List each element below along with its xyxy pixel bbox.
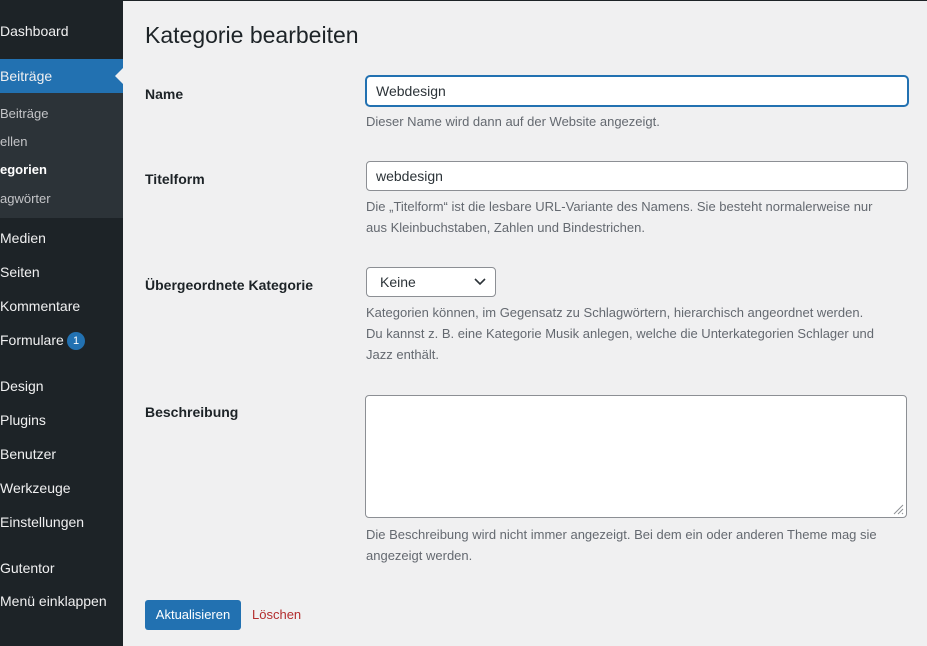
sidebar-item-label: Benutzer	[0, 446, 57, 462]
sidebar-item-tools[interactable]: Werkzeuge	[0, 471, 123, 505]
submenu-item-all-posts[interactable]: Beiträge	[0, 100, 48, 128]
sidebar-item-label: Seiten	[0, 264, 40, 280]
sidebar-item-label: Plugins	[0, 412, 46, 428]
parent-category-select[interactable]: Keine	[366, 267, 496, 297]
resize-handle-icon[interactable]	[892, 503, 904, 515]
name-help-text: Dieser Name wird dann auf der Website an…	[366, 114, 660, 129]
parent-category-label: Übergeordnete Kategorie	[145, 277, 314, 293]
parent-help-line: Kategorien können, im Gegensatz zu Schla…	[366, 305, 864, 320]
sidebar-item-label: Design	[0, 378, 44, 394]
sidebar-item-label: Formulare	[0, 332, 64, 348]
description-label: Beschreibung	[145, 404, 239, 420]
sidebar-item-plugins[interactable]: Plugins	[0, 403, 123, 437]
sidebar-item-label: Medien	[0, 230, 46, 246]
name-label: Name	[145, 86, 184, 102]
sidebar-item-forms[interactable]: Formulare 1	[0, 323, 123, 357]
slug-label: Titelform	[145, 171, 205, 187]
sidebar-item-media[interactable]: Medien	[0, 221, 123, 255]
description-help-line: angezeigt werden.	[366, 548, 473, 563]
description-help-text: Die Beschreibung wird nicht immer angeze…	[366, 524, 911, 566]
sidebar-item-posts[interactable]: Beiträge	[0, 59, 123, 93]
parent-category-value: Keine	[380, 274, 416, 290]
admin-sidebar: Dashboard Beiträge Beiträge ellen egorie…	[0, 0, 123, 646]
sidebar-item-label: Dashboard	[0, 23, 69, 39]
posts-submenu: Beiträge ellen egorien agwörter	[0, 93, 123, 218]
description-help-line: Die Beschreibung wird nicht immer angeze…	[366, 527, 877, 542]
sidebar-item-label: Werkzeuge	[0, 480, 71, 496]
sidebar-item-label: Gutentor	[0, 560, 55, 576]
page-title: Kategorie bearbeiten	[145, 22, 359, 48]
submenu-item-tags[interactable]: agwörter	[0, 185, 51, 213]
sidebar-item-label: Einstellungen	[0, 514, 85, 530]
notification-badge: 1	[67, 332, 85, 350]
update-button[interactable]: Aktualisieren	[145, 600, 241, 630]
slug-help-text: Die „Titelform“ ist die lesbare URL-Vari…	[366, 196, 911, 238]
sidebar-item-comments[interactable]: Kommentare	[0, 289, 123, 323]
submenu-item-categories[interactable]: egorien	[0, 156, 47, 184]
slug-help-line: aus Kleinbuchstaben, Zahlen und Bindestr…	[366, 220, 645, 235]
sidebar-item-label: Kommentare	[0, 298, 81, 314]
sidebar-item-label: Beiträge	[0, 68, 53, 84]
collapse-menu-button[interactable]: Menü einklappen	[0, 584, 123, 618]
sidebar-item-pages[interactable]: Seiten	[0, 255, 123, 289]
submenu-item-new-post[interactable]: ellen	[0, 128, 27, 156]
slug-help-line: Die „Titelform“ ist die lesbare URL-Vari…	[366, 199, 873, 214]
delete-link[interactable]: Löschen	[252, 607, 301, 622]
name-input[interactable]	[366, 76, 908, 106]
sidebar-item-dashboard[interactable]: Dashboard	[0, 14, 123, 48]
sidebar-item-users[interactable]: Benutzer	[0, 437, 123, 471]
sidebar-item-design[interactable]: Design	[0, 369, 123, 403]
chevron-down-icon	[474, 278, 486, 286]
parent-help-text: Kategorien können, im Gegensatz zu Schla…	[366, 302, 911, 365]
slug-input[interactable]	[366, 161, 908, 191]
parent-help-line: Du kannst z. B. eine Kategorie Musik anl…	[366, 326, 875, 341]
sidebar-item-gutentor[interactable]: Gutentor	[0, 551, 123, 585]
parent-help-line: Jazz enthält.	[366, 347, 439, 362]
sidebar-item-label: Menü einklappen	[0, 593, 107, 609]
sidebar-item-settings[interactable]: Einstellungen	[0, 505, 123, 539]
admin-bar-edge	[123, 0, 927, 1]
description-textarea[interactable]	[365, 395, 907, 518]
